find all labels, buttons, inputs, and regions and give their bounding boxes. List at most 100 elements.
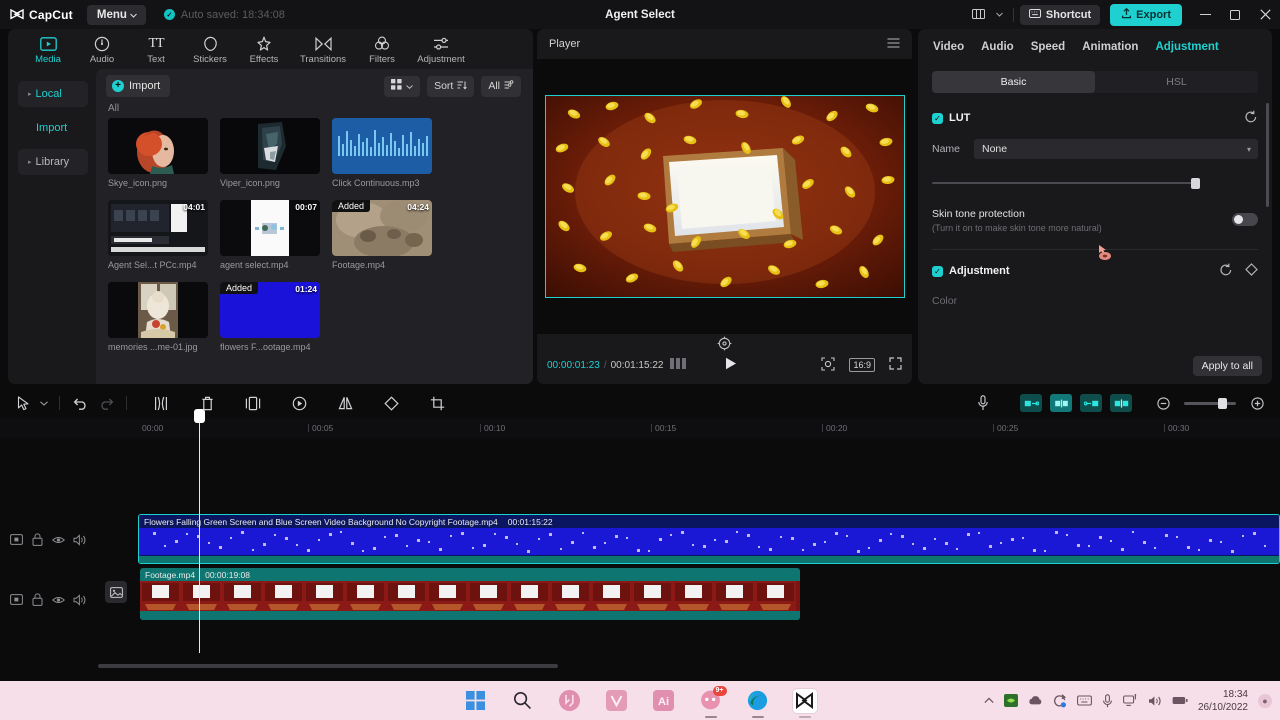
menu-button[interactable]: Menu xyxy=(86,4,146,25)
zoom-out-icon[interactable] xyxy=(1150,390,1176,416)
lock-icon[interactable] xyxy=(31,533,44,546)
search-button[interactable] xyxy=(511,689,535,713)
lock-icon[interactable] xyxy=(31,593,44,606)
eye-icon[interactable] xyxy=(52,593,65,606)
mirror-icon[interactable] xyxy=(332,390,358,416)
timeline-ruler[interactable]: 00:00 00:05 00:10 00:15 00:20 00:25 00:3… xyxy=(0,418,1280,438)
clip-right-icon[interactable] xyxy=(1080,394,1102,412)
tool-tab-stickers[interactable]: Stickers xyxy=(184,33,236,65)
clip-both-icon[interactable] xyxy=(1050,394,1072,412)
segment-hsl[interactable]: HSL xyxy=(1095,71,1258,93)
tool-tab-audio[interactable]: Audio xyxy=(76,33,128,65)
media-item[interactable]: 04:01 Agent Sel...t PCc.mp4 xyxy=(108,200,208,270)
frames-icon[interactable] xyxy=(670,358,687,372)
adjustment-reset-icon[interactable] xyxy=(1219,263,1233,280)
chevron-down-icon[interactable] xyxy=(36,390,52,416)
lut-reset-icon[interactable] xyxy=(1244,110,1258,127)
taskbar-app-vegas[interactable] xyxy=(605,689,629,713)
tool-tab-media[interactable]: Media xyxy=(22,33,74,65)
tool-tab-effects[interactable]: Effects xyxy=(238,33,290,65)
taskbar-clock[interactable]: 18:34 26/10/2022 xyxy=(1198,688,1248,714)
speed-icon[interactable] xyxy=(286,390,312,416)
media-item[interactable]: Viper_icon.png xyxy=(220,118,320,188)
media-item[interactable]: Added 01:24 flowers F...ootage.mp4 xyxy=(220,282,320,352)
snapshot-icon[interactable] xyxy=(821,356,836,374)
layout-dropdown-icon[interactable] xyxy=(993,0,1007,29)
lut-checkbox[interactable]: ✓ xyxy=(932,112,943,124)
clip-split-icon[interactable] xyxy=(1110,394,1132,412)
media-item[interactable]: Click Continuous.mp3 xyxy=(332,118,432,188)
layout-icon[interactable] xyxy=(967,0,993,29)
notification-icon[interactable]: ● xyxy=(1258,693,1272,708)
export-button[interactable]: Export xyxy=(1110,3,1182,26)
segment-basic[interactable]: Basic xyxy=(932,71,1095,93)
network-icon[interactable] xyxy=(1122,694,1138,707)
tool-tab-transitions[interactable]: Transitions xyxy=(292,33,354,65)
microphone-icon[interactable] xyxy=(1102,693,1113,708)
sort-button[interactable]: Sort xyxy=(427,75,475,97)
aspect-ratio-button[interactable]: 16:9 xyxy=(849,358,875,372)
undo-icon[interactable] xyxy=(67,390,93,416)
timeline-zoom-slider[interactable] xyxy=(1184,397,1236,409)
tab-speed[interactable]: Speed xyxy=(1031,41,1066,53)
track-video-icon[interactable] xyxy=(10,593,23,606)
tab-video[interactable]: Video xyxy=(933,41,964,53)
filter-button[interactable]: All xyxy=(481,75,521,97)
taskbar-app-chat[interactable]: 9+ xyxy=(699,685,727,718)
view-mode-button[interactable] xyxy=(384,75,421,97)
playhead-handle[interactable] xyxy=(194,409,205,423)
media-item[interactable]: 00:07 agent select.mp4 xyxy=(220,200,320,270)
nvidia-icon[interactable] xyxy=(1003,694,1018,707)
keyboard-icon[interactable] xyxy=(1076,695,1092,706)
sidenav-item-local[interactable]: ▸ Local xyxy=(18,81,88,107)
timeline-horizontal-scrollbar[interactable] xyxy=(98,664,558,668)
tab-adjustment[interactable]: Adjustment xyxy=(1155,41,1218,53)
volume-icon[interactable] xyxy=(73,533,86,546)
inspector-scrollbar[interactable] xyxy=(1266,103,1269,207)
freeze-icon[interactable] xyxy=(240,390,266,416)
volume-icon[interactable] xyxy=(1148,695,1162,707)
rotate-icon[interactable] xyxy=(378,390,404,416)
clip-left-icon[interactable] xyxy=(1020,394,1042,412)
zoom-in-icon[interactable] xyxy=(1244,390,1270,416)
tool-tab-text[interactable]: TT Text xyxy=(130,33,182,66)
tab-audio[interactable]: Audio xyxy=(981,41,1014,53)
playhead[interactable] xyxy=(194,409,205,653)
keyframe-icon[interactable] xyxy=(1245,263,1258,279)
taskbar-app-illustrator[interactable]: Ai xyxy=(652,689,676,713)
media-item[interactable]: memories ...me-01.jpg xyxy=(108,282,208,352)
timeline-clip-1[interactable]: Flowers Falling Green Screen and Blue Sc… xyxy=(138,514,1280,564)
start-button[interactable] xyxy=(464,689,488,713)
reset-position-icon[interactable] xyxy=(717,336,732,354)
crop-icon[interactable] xyxy=(424,390,450,416)
track-thumbnail-toggle[interactable] xyxy=(105,581,127,603)
skin-tone-toggle[interactable] xyxy=(1232,213,1258,226)
taskbar-app-edge[interactable] xyxy=(746,689,770,718)
cloud-icon[interactable] xyxy=(1028,695,1043,706)
zoom-slider-knob[interactable] xyxy=(1218,397,1227,409)
play-button[interactable] xyxy=(725,357,737,373)
hamburger-icon[interactable] xyxy=(887,37,900,51)
lut-name-select[interactable]: None ▾ xyxy=(974,139,1258,159)
split-icon[interactable] xyxy=(148,390,174,416)
eye-icon[interactable] xyxy=(52,533,65,546)
sidenav-item-library[interactable]: ▸ Library xyxy=(18,149,88,175)
maximize-button[interactable] xyxy=(1220,0,1250,29)
slider-knob[interactable] xyxy=(1191,178,1200,189)
taskbar-app-valorant[interactable] xyxy=(558,689,582,713)
adjustment-checkbox[interactable]: ✓ xyxy=(932,265,943,277)
sync-icon[interactable] xyxy=(1053,693,1067,708)
minimize-button[interactable] xyxy=(1190,0,1220,29)
sidenav-item-import[interactable]: Import xyxy=(18,115,88,141)
volume-icon[interactable] xyxy=(73,593,86,606)
chevron-up-icon[interactable] xyxy=(984,697,994,704)
video-preview[interactable] xyxy=(544,95,905,298)
lut-intensity-slider[interactable] xyxy=(932,176,1258,190)
tab-animation[interactable]: Animation xyxy=(1082,41,1138,53)
tool-tab-filters[interactable]: Filters xyxy=(356,33,408,65)
cursor-icon[interactable] xyxy=(10,390,36,416)
taskbar-app-capcut[interactable] xyxy=(792,688,817,718)
import-button[interactable]: + Import xyxy=(106,75,171,97)
fullscreen-icon[interactable] xyxy=(889,357,902,373)
battery-icon[interactable] xyxy=(1172,695,1188,706)
